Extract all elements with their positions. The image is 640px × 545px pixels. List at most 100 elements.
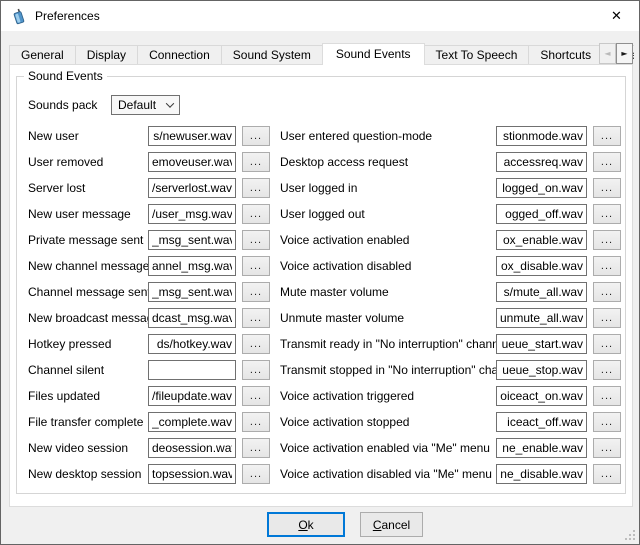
browse-button[interactable]: ... <box>242 464 270 484</box>
browse-button[interactable]: ... <box>593 438 621 458</box>
sound-file-input[interactable] <box>148 230 236 250</box>
sound-file-input[interactable] <box>496 256 587 276</box>
sound-event-label: Hotkey pressed <box>28 337 148 351</box>
sound-file-input[interactable] <box>496 308 587 328</box>
window-title: Preferences <box>35 9 100 23</box>
browse-button[interactable]: ... <box>242 360 270 380</box>
ok-button[interactable]: Ok <box>267 512 345 537</box>
tab-scroll-left-icon[interactable]: ◄ <box>599 43 616 64</box>
sounds-pack-select[interactable]: Default <box>111 95 180 115</box>
sound-event-label: Unmute master volume <box>280 311 496 325</box>
groupbox-title: Sound Events <box>24 69 107 83</box>
tab-connection[interactable]: Connection <box>137 45 222 64</box>
sound-event-row: Unmute master volume ... <box>280 305 621 331</box>
tab-scroll-buttons: ◄ ► <box>599 43 633 64</box>
sound-file-input[interactable] <box>148 256 236 276</box>
browse-button[interactable]: ... <box>593 178 621 198</box>
browse-button[interactable]: ... <box>593 126 621 146</box>
tab-general[interactable]: General <box>9 45 76 64</box>
browse-button[interactable]: ... <box>242 438 270 458</box>
sound-file-input[interactable] <box>496 360 587 380</box>
sound-file-input[interactable] <box>148 126 236 146</box>
sound-event-label: Channel message sent <box>28 285 148 299</box>
browse-button[interactable]: ... <box>593 256 621 276</box>
sound-file-input[interactable] <box>148 438 236 458</box>
tab-shortcuts[interactable]: Shortcuts <box>528 45 603 64</box>
sound-event-columns: New user ... User removed ... Server los… <box>28 123 621 489</box>
dialog-footer: Ok Cancel <box>1 512 640 537</box>
browse-button[interactable]: ... <box>242 334 270 354</box>
sound-file-input[interactable] <box>496 152 587 172</box>
sound-event-label: Server lost <box>28 181 148 195</box>
sound-event-label: Transmit ready in "No interruption" chan… <box>280 337 496 351</box>
tab-display[interactable]: Display <box>75 45 138 64</box>
sound-file-input[interactable] <box>496 412 587 432</box>
tab-sound-events[interactable]: Sound Events <box>322 43 425 65</box>
browse-button[interactable]: ... <box>242 178 270 198</box>
sound-events-column-right: User entered question-mode ... Desktop a… <box>280 123 621 487</box>
title-bar: Preferences ✕ <box>1 1 639 31</box>
sound-file-input[interactable] <box>496 230 587 250</box>
sounds-pack-row: Sounds pack Default <box>28 95 180 115</box>
sound-file-input[interactable] <box>496 204 587 224</box>
sound-file-input[interactable] <box>496 126 587 146</box>
sound-file-input[interactable] <box>148 178 236 198</box>
sound-file-input[interactable] <box>148 334 236 354</box>
tab-sound-system[interactable]: Sound System <box>221 45 323 64</box>
browse-button[interactable]: ... <box>593 230 621 250</box>
sound-file-input[interactable] <box>496 282 587 302</box>
sound-events-groupbox: Sound Events Sounds pack Default New use… <box>16 76 626 494</box>
browse-button[interactable]: ... <box>593 464 621 484</box>
browse-button[interactable]: ... <box>593 282 621 302</box>
browse-button[interactable]: ... <box>593 308 621 328</box>
sound-file-input[interactable] <box>148 360 236 380</box>
browse-button[interactable]: ... <box>593 204 621 224</box>
sound-file-input[interactable] <box>148 386 236 406</box>
browse-button[interactable]: ... <box>593 412 621 432</box>
sound-event-label: New broadcast message <box>28 311 148 325</box>
sound-event-label: File transfer complete <box>28 415 148 429</box>
sound-event-label: Voice activation disabled <box>280 259 496 273</box>
teamtalk-app-icon <box>10 8 27 25</box>
resize-grip[interactable] <box>625 530 635 540</box>
sound-file-input[interactable] <box>496 178 587 198</box>
sound-event-row: Hotkey pressed ... <box>28 331 280 357</box>
sound-file-input[interactable] <box>496 438 587 458</box>
sound-file-input[interactable] <box>496 464 587 484</box>
sound-event-label: Voice activation enabled <box>280 233 496 247</box>
browse-button[interactable]: ... <box>593 360 621 380</box>
sound-event-row: Voice activation enabled ... <box>280 227 621 253</box>
browse-button[interactable]: ... <box>242 282 270 302</box>
cancel-button[interactable]: Cancel <box>360 512 423 537</box>
tab-text-to-speech[interactable]: Text To Speech <box>424 45 530 64</box>
sound-file-input[interactable] <box>148 152 236 172</box>
browse-button[interactable]: ... <box>242 126 270 146</box>
sound-event-row: Voice activation triggered ... <box>280 383 621 409</box>
sound-file-input[interactable] <box>148 412 236 432</box>
browse-button[interactable]: ... <box>593 334 621 354</box>
browse-button[interactable]: ... <box>593 386 621 406</box>
sound-file-input[interactable] <box>148 464 236 484</box>
sound-event-row: New video session ... <box>28 435 280 461</box>
browse-button[interactable]: ... <box>242 386 270 406</box>
browse-button[interactable]: ... <box>242 230 270 250</box>
sound-event-row: Mute master volume ... <box>280 279 621 305</box>
browse-button[interactable]: ... <box>242 412 270 432</box>
browse-button[interactable]: ... <box>593 152 621 172</box>
browse-button[interactable]: ... <box>242 152 270 172</box>
sound-file-input[interactable] <box>496 386 587 406</box>
sound-event-row: Transmit ready in "No interruption" chan… <box>280 331 621 357</box>
sound-event-row: Server lost ... <box>28 175 280 201</box>
sound-file-input[interactable] <box>496 334 587 354</box>
sound-file-input[interactable] <box>148 282 236 302</box>
browse-button[interactable]: ... <box>242 256 270 276</box>
browse-button[interactable]: ... <box>242 308 270 328</box>
browse-button[interactable]: ... <box>242 204 270 224</box>
tab-scroll-right-icon[interactable]: ► <box>616 43 633 64</box>
sound-file-input[interactable] <box>148 204 236 224</box>
sound-event-label: Voice activation disabled via "Me" menu <box>280 467 496 481</box>
sound-event-row: Private message sent ... <box>28 227 280 253</box>
sound-file-input[interactable] <box>148 308 236 328</box>
sound-event-label: User removed <box>28 155 148 169</box>
close-icon[interactable]: ✕ <box>594 1 639 31</box>
